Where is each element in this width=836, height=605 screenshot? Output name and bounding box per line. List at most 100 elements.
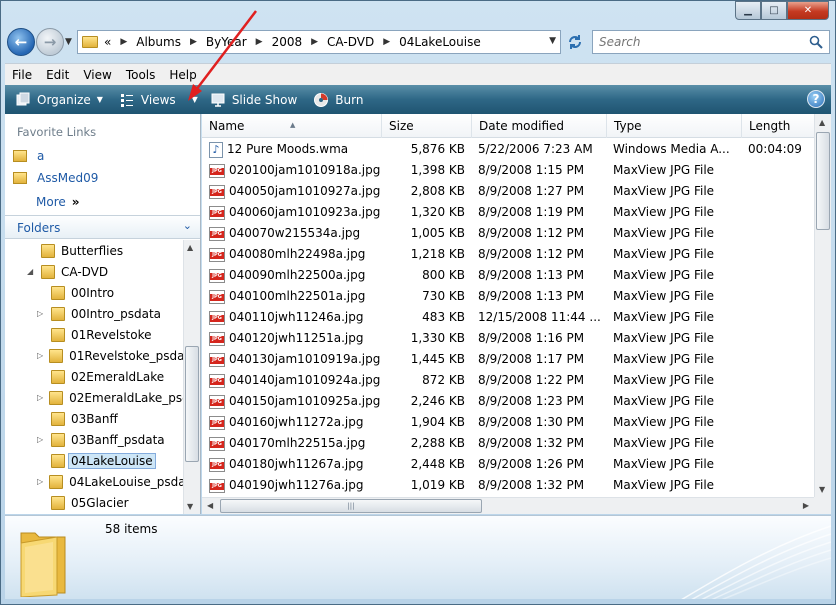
- expand-toggle-icon[interactable]: ◢: [27, 267, 35, 276]
- table-row[interactable]: JPG 040110jwh11246a.jpg 483 KB 12/15/2008 1…: [202, 307, 814, 328]
- expand-toggle-icon[interactable]: ▷: [37, 435, 45, 444]
- breadcrumb-item[interactable]: Albums: [136, 35, 181, 49]
- expand-toggle-icon[interactable]: ▷: [37, 477, 43, 486]
- expand-toggle-icon[interactable]: ▷: [37, 351, 43, 360]
- chevron-down-icon[interactable]: ▼: [192, 95, 198, 104]
- table-row[interactable]: JPG 040170mlh22515a.jpg 2,288 KB 8/9/2008 1…: [202, 433, 814, 454]
- folder-tree-item[interactable]: 00Intro: [5, 282, 183, 303]
- file-name-cell: JPG 040050jam1010927a.jpg: [209, 181, 381, 202]
- scroll-down-arrow-icon[interactable]: ▼: [819, 485, 825, 494]
- expand-toggle-icon[interactable]: ▷: [37, 393, 43, 402]
- table-row[interactable]: JPG 040140jam1010924a.jpg 872 KB 8/9/2008 1…: [202, 370, 814, 391]
- burn-button[interactable]: Burn: [313, 92, 363, 108]
- table-row[interactable]: JPG 040090mlh22500a.jpg 800 KB 8/9/2008 1:1…: [202, 265, 814, 286]
- table-row[interactable]: JPG 020100jam1010918a.jpg 1,398 KB 8/9/2008…: [202, 160, 814, 181]
- folder-tree-item[interactable]: ▷ 01Revelstoke_psdata: [5, 345, 183, 366]
- more-links-button[interactable]: More »: [36, 195, 80, 209]
- favorite-link-a[interactable]: a: [13, 149, 44, 163]
- file-list-vertical-scrollbar[interactable]: ▲ ▼: [814, 114, 831, 497]
- expand-toggle-icon[interactable]: ▷: [37, 309, 45, 318]
- folder-tree-item[interactable]: 05Glacier: [5, 492, 183, 513]
- scroll-up-arrow-icon[interactable]: ▲: [819, 118, 825, 127]
- table-row[interactable]: JPG 040130jam1010919a.jpg 1,445 KB 8/9/2008…: [202, 349, 814, 370]
- menu-edit[interactable]: Edit: [39, 68, 76, 82]
- slide-show-button[interactable]: Slide Show: [210, 92, 297, 108]
- menu-file[interactable]: File: [5, 68, 39, 82]
- address-dropdown-button[interactable]: ▼: [549, 36, 556, 46]
- navigation-pane: Favorite Links a AssMed09 More » Folders …: [5, 114, 201, 514]
- file-length: [748, 223, 814, 244]
- breadcrumb-item[interactable]: 04LakeLouise: [399, 35, 481, 49]
- breadcrumb-separator[interactable]: ▶: [311, 37, 318, 47]
- table-row[interactable]: JPG 040180jwh11267a.jpg 2,448 KB 8/9/2008 1…: [202, 454, 814, 475]
- menu-tools[interactable]: Tools: [119, 68, 163, 82]
- column-size[interactable]: Size: [382, 114, 472, 138]
- minimize-button[interactable]: ▁: [735, 1, 761, 20]
- folder-tree-item[interactable]: 01Revelstoke: [5, 324, 183, 345]
- folder-tree-item[interactable]: ◢ CA-DVD: [5, 261, 183, 282]
- breadcrumb-separator[interactable]: ▶: [190, 37, 197, 47]
- folders-header[interactable]: Folders ⌄: [5, 215, 200, 239]
- organize-button[interactable]: Organize ▼: [15, 92, 103, 108]
- column-name[interactable]: Name ▲: [202, 114, 382, 138]
- scroll-down-arrow-icon[interactable]: ▼: [187, 502, 193, 511]
- file-name: 040060jam1010923a.jpg: [229, 205, 381, 219]
- folder-tree-item[interactable]: 03Banff: [5, 408, 183, 429]
- address-bar[interactable]: « ▶ Albums ▶ ByYear ▶ 2008 ▶ CA-DVD ▶ 04LakeLouis…: [77, 30, 561, 54]
- favorite-link-assmed09[interactable]: AssMed09: [13, 171, 98, 185]
- column-date-modified[interactable]: Date modified: [472, 114, 607, 138]
- scrollbar-thumb[interactable]: [816, 132, 830, 230]
- table-row[interactable]: JPG 040050jam1010927a.jpg 2,808 KB 8/9/2008…: [202, 181, 814, 202]
- scrollbar-thumb[interactable]: [185, 346, 199, 462]
- table-row[interactable]: JPG 040100mlh22501a.jpg 730 KB 8/9/2008 1:1…: [202, 286, 814, 307]
- folder-tree-item[interactable]: 04LakeLouise: [5, 450, 183, 471]
- search-input[interactable]: [597, 32, 797, 52]
- jpg-file-icon: JPG: [209, 457, 225, 472]
- table-row[interactable]: JPG 040080mlh22498a.jpg 1,218 KB 8/9/2008 1…: [202, 244, 814, 265]
- file-name: 040160jwh11272a.jpg: [229, 415, 364, 429]
- help-button[interactable]: ?: [807, 90, 825, 108]
- breadcrumb-separator[interactable]: ▶: [256, 37, 263, 47]
- scroll-left-arrow-icon[interactable]: ◀: [207, 501, 213, 510]
- folder-tree-item[interactable]: ▷ 00Intro_psdata: [5, 303, 183, 324]
- breadcrumb-item[interactable]: CA-DVD: [327, 35, 374, 49]
- folder-tree-item[interactable]: ▷ 04LakeLouise_psdata: [5, 471, 183, 492]
- refresh-button[interactable]: [563, 30, 587, 54]
- breadcrumb-item[interactable]: 2008: [272, 35, 303, 49]
- breadcrumb-separator[interactable]: ▶: [120, 37, 127, 47]
- breadcrumb-item[interactable]: ByYear: [206, 35, 247, 49]
- folder-tree-scrollbar[interactable]: ▲ ▼: [183, 240, 200, 514]
- close-button[interactable]: ✕: [787, 1, 829, 20]
- jpg-file-icon: JPG: [209, 184, 225, 199]
- table-row[interactable]: JPG 040060jam1010923a.jpg 1,320 KB 8/9/2008…: [202, 202, 814, 223]
- scrollbar-thumb[interactable]: |||: [220, 499, 482, 513]
- search-icon[interactable]: [809, 35, 823, 49]
- maximize-button[interactable]: □: [761, 1, 787, 20]
- column-length[interactable]: Length: [742, 114, 814, 138]
- recent-pages-dropdown[interactable]: ▼: [65, 37, 72, 47]
- forward-button[interactable]: →: [36, 28, 64, 56]
- back-button[interactable]: ←: [7, 28, 35, 56]
- file-rows: ♪ 12 Pure Moods.wma 5,876 KB 5/22/2006 7:23…: [202, 139, 814, 497]
- scroll-right-arrow-icon[interactable]: ▶: [803, 501, 809, 510]
- breadcrumb-overflow[interactable]: «: [104, 35, 111, 49]
- breadcrumb: ▶ Albums ▶ ByYear ▶ 2008 ▶ CA-DVD ▶ 04LakeLouise: [111, 35, 480, 49]
- table-row[interactable]: JPG 040120jwh11251a.jpg 1,330 KB 8/9/2008 1…: [202, 328, 814, 349]
- table-row[interactable]: JPG 040150jam1010925a.jpg 2,246 KB 8/9/2008…: [202, 391, 814, 412]
- table-row[interactable]: JPG 040190jwh11276a.jpg 1,019 KB 8/9/2008 1…: [202, 475, 814, 496]
- views-button[interactable]: Views ▼: [119, 92, 198, 108]
- folder-tree-item[interactable]: ▷ 02EmeraldLake_psdata: [5, 387, 183, 408]
- file-list-horizontal-scrollbar[interactable]: ◀ ||| ▶: [202, 497, 814, 514]
- table-row[interactable]: ♪ 12 Pure Moods.wma 5,876 KB 5/22/2006 7:23…: [202, 139, 814, 160]
- table-row[interactable]: JPG 040160jwh11272a.jpg 1,904 KB 8/9/2008 1…: [202, 412, 814, 433]
- folder-tree-item[interactable]: ▷ 03Banff_psdata: [5, 429, 183, 450]
- scroll-up-arrow-icon[interactable]: ▲: [187, 243, 193, 252]
- column-type[interactable]: Type: [607, 114, 742, 138]
- file-name: 040110jwh11246a.jpg: [229, 310, 364, 324]
- breadcrumb-separator[interactable]: ▶: [383, 37, 390, 47]
- folder-tree-item[interactable]: 02EmeraldLake: [5, 366, 183, 387]
- table-row[interactable]: JPG 040070w215534a.jpg 1,005 KB 8/9/2008 1:…: [202, 223, 814, 244]
- folder-tree-item[interactable]: Butterflies: [5, 240, 183, 261]
- menu-help[interactable]: Help: [162, 68, 203, 82]
- menu-view[interactable]: View: [76, 68, 118, 82]
